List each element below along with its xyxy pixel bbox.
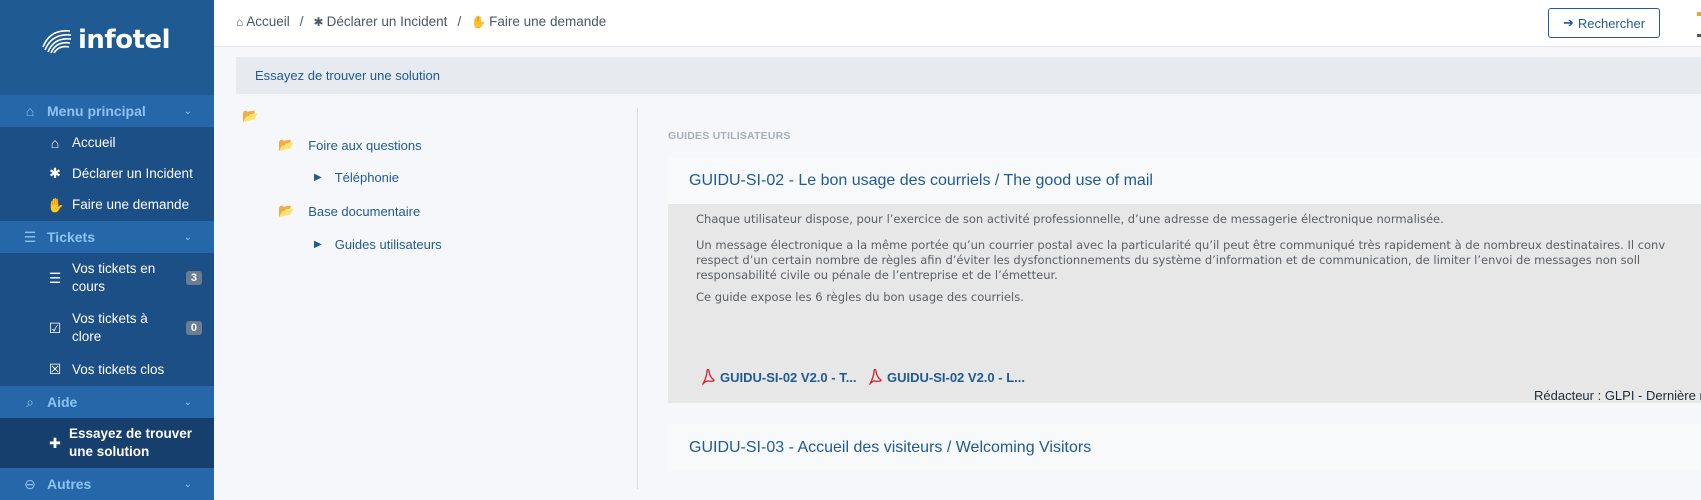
article-title-link[interactable]: GUIDU-SI-03 - Accueil des visiteurs / We… bbox=[689, 439, 1091, 457]
top-bar: ⌂ Accueil / ✱ Déclarer un Incident / ✋ Fair… bbox=[214, 0, 1701, 47]
tree-node-label: Foire aux questions bbox=[308, 137, 422, 153]
tree-node-base-documentaire[interactable]: 📂 Base documentaire bbox=[278, 203, 420, 219]
breadcrumb-item-accueil[interactable]: ⌂ Accueil bbox=[236, 14, 290, 29]
sidebar-item-tickets-a-clore[interactable]: ☑ Vos tickets à clore 0 bbox=[0, 303, 214, 353]
solution-header: Essayez de trouver une solution bbox=[236, 57, 1701, 94]
section-menu-principal[interactable]: ⌂ Menu principal ⌄ bbox=[0, 95, 214, 127]
tree-node-guides-utilisateurs[interactable]: ▶ Guides utilisateurs bbox=[314, 237, 442, 252]
sidebar-item-label: Essayez de trouver une solution bbox=[69, 426, 193, 459]
attachment-label: GUIDU-SI-02 V2.0 - L... bbox=[887, 369, 1025, 385]
list-icon: ☰ bbox=[23, 228, 37, 245]
sidebar-item-label: Vos tickets à clore bbox=[72, 311, 148, 344]
breadcrumb-label: Déclarer un Incident bbox=[326, 14, 448, 29]
chevron-down-icon: ⌄ bbox=[183, 231, 192, 243]
search-button-label: Rechercher bbox=[1577, 15, 1646, 31]
sidebar-item-accueil[interactable]: ⌂ Accueil bbox=[0, 127, 214, 158]
tree-root[interactable]: 📂 bbox=[242, 108, 258, 124]
sidebar-item-tickets-en-cours[interactable]: ☰ Vos tickets en cours 3 bbox=[0, 253, 214, 303]
section-label: Tickets bbox=[47, 229, 95, 245]
breadcrumb-label: Faire une demande bbox=[489, 14, 607, 29]
sidebar-item-tickets-clos[interactable]: ☒ Vos tickets clos bbox=[0, 353, 214, 386]
category-tree: 📂 📂 Foire aux questions ▶ Téléphonie 📂 B… bbox=[236, 108, 636, 489]
attachment-link[interactable]: GUIDU-SI-02 V2.0 - T... bbox=[701, 369, 857, 385]
breadcrumb: ⌂ Accueil / ✱ Déclarer un Incident / ✋ Fair… bbox=[236, 14, 606, 29]
infotel-logo-icon bbox=[42, 30, 72, 54]
tree-node-label: Guides utilisateurs bbox=[334, 237, 442, 252]
attachment-link[interactable]: GUIDU-SI-02 V2.0 - L... bbox=[868, 369, 1025, 385]
article-paragraph: respect d’un certain nombre de règles af… bbox=[696, 253, 1641, 267]
medkit-icon: ✚ bbox=[49, 434, 61, 451]
caret-right-icon: ▶ bbox=[314, 239, 322, 250]
chevron-down-icon: ⌄ bbox=[183, 105, 192, 117]
sidebar-item-declarer-incident[interactable]: ✱ Déclarer un Incident bbox=[0, 158, 214, 189]
arrow-right-icon: ➔ bbox=[1562, 15, 1574, 30]
breadcrumb-item-declarer-incident[interactable]: ✱ Déclarer un Incident bbox=[314, 14, 448, 29]
category-title: GUIDES UTILISATEURS bbox=[668, 130, 791, 142]
section-label: Aide bbox=[47, 394, 78, 410]
bug-icon: ✱ bbox=[49, 165, 61, 181]
article-card: GUIDU-SI-03 - Accueil des visiteurs / We… bbox=[668, 424, 1701, 489]
handshake-icon: ✋ bbox=[471, 15, 487, 29]
breadcrumb-separator: / bbox=[299, 14, 304, 29]
search-button[interactable]: ➔ Rechercher bbox=[1548, 8, 1660, 38]
search-help-icon: ⌕ bbox=[26, 393, 34, 410]
article-body: Chaque utilisateur dispose, pour l’exerc… bbox=[668, 204, 1701, 403]
tree-node-label: Téléphonie bbox=[334, 170, 400, 185]
breadcrumb-label: Accueil bbox=[246, 14, 290, 29]
article-meta: Rédacteur : GLPI - Dernière m bbox=[1534, 388, 1701, 403]
tree-node-faq[interactable]: 📂 Foire aux questions bbox=[278, 137, 422, 153]
article-title-link[interactable]: GUIDU-SI-02 - Le bon usage des courriels… bbox=[689, 172, 1153, 190]
article-paragraph: Chaque utilisateur dispose, pour l’exerc… bbox=[696, 212, 1444, 226]
checklist-icon: ☑ bbox=[48, 319, 62, 336]
caret-right-icon: ▶ bbox=[314, 172, 322, 183]
article-header: GUIDU-SI-02 - Le bon usage des courriels… bbox=[668, 157, 1701, 204]
home-icon: ⌂ bbox=[236, 15, 244, 29]
sidebar-item-faire-demande[interactable]: ✋ Faire une demande bbox=[0, 189, 214, 221]
chevron-down-icon: ⌄ bbox=[183, 478, 192, 490]
section-label: Autres bbox=[47, 476, 92, 492]
sidebar-item-label: Vos tickets en cours bbox=[72, 261, 156, 294]
sidebar-item-label: Déclarer un Incident bbox=[72, 165, 193, 181]
list-icon: ☰ bbox=[48, 269, 62, 286]
sidebar-item-label: Accueil bbox=[72, 134, 116, 150]
tree-node-label: Base documentaire bbox=[308, 203, 421, 219]
article-list: GUIDES UTILISATEURS GUIDU-SI-02 - Le bon… bbox=[668, 130, 1701, 489]
section-autres[interactable]: ⊖ Autres ⌄ bbox=[0, 468, 214, 500]
sidebar-item-label: Faire une demande bbox=[72, 197, 190, 212]
pdf-icon bbox=[702, 369, 715, 385]
section-label: Menu principal bbox=[47, 103, 146, 119]
breadcrumb-separator: / bbox=[457, 14, 462, 29]
folder-open-icon: 📂 bbox=[242, 108, 259, 123]
breadcrumb-item-faire-demande[interactable]: ✋ Faire une demande bbox=[471, 14, 606, 29]
article-card: GUIDU-SI-02 - Le bon usage des courriels… bbox=[668, 157, 1701, 403]
section-aide[interactable]: ⌕ Aide ⌄ bbox=[0, 386, 214, 418]
sidebar: infotel ⌂ Menu principal ⌄ ⌂ Accueil ✱ D… bbox=[0, 0, 214, 500]
pdf-icon bbox=[869, 369, 882, 385]
app-logo[interactable]: infotel bbox=[40, 22, 171, 58]
close-box-icon: ☒ bbox=[48, 361, 62, 377]
attachment-label: GUIDU-SI-02 V2.0 - T... bbox=[720, 369, 857, 385]
handshake-icon: ✋ bbox=[47, 196, 65, 213]
home-icon: ⌂ bbox=[25, 103, 35, 119]
count-badge: 3 bbox=[185, 271, 202, 285]
count-badge: 0 bbox=[185, 321, 202, 335]
folder-open-icon: 📂 bbox=[278, 137, 295, 152]
sidebar-item-trouver-solution[interactable]: ✚ Essayez de trouver une solution bbox=[0, 418, 214, 468]
sidebar-item-label: Vos tickets clos bbox=[72, 361, 165, 377]
tree-node-telephonie[interactable]: ▶ Téléphonie bbox=[314, 170, 399, 185]
minus-circle-icon: ⊖ bbox=[24, 475, 36, 492]
panel-divider bbox=[637, 108, 638, 489]
article-paragraph: responsabilité civile ou pénale de l’ent… bbox=[696, 268, 1058, 282]
article-paragraph: Un message électronique a la même portée… bbox=[696, 238, 1666, 252]
cropped-icon bbox=[1697, 12, 1701, 37]
article-header: GUIDU-SI-03 - Accueil des visiteurs / We… bbox=[668, 424, 1701, 471]
solution-header-title: Essayez de trouver une solution bbox=[255, 68, 440, 83]
chevron-down-icon: ⌄ bbox=[183, 396, 192, 408]
article-paragraph: Ce guide expose les 6 règles du bon usag… bbox=[696, 290, 1024, 304]
folder-open-icon: 📂 bbox=[278, 203, 295, 218]
logo-text: infotel bbox=[78, 25, 171, 55]
section-tickets[interactable]: ☰ Tickets ⌄ bbox=[0, 221, 214, 253]
home-icon: ⌂ bbox=[50, 134, 60, 151]
bug-icon: ✱ bbox=[313, 15, 324, 29]
